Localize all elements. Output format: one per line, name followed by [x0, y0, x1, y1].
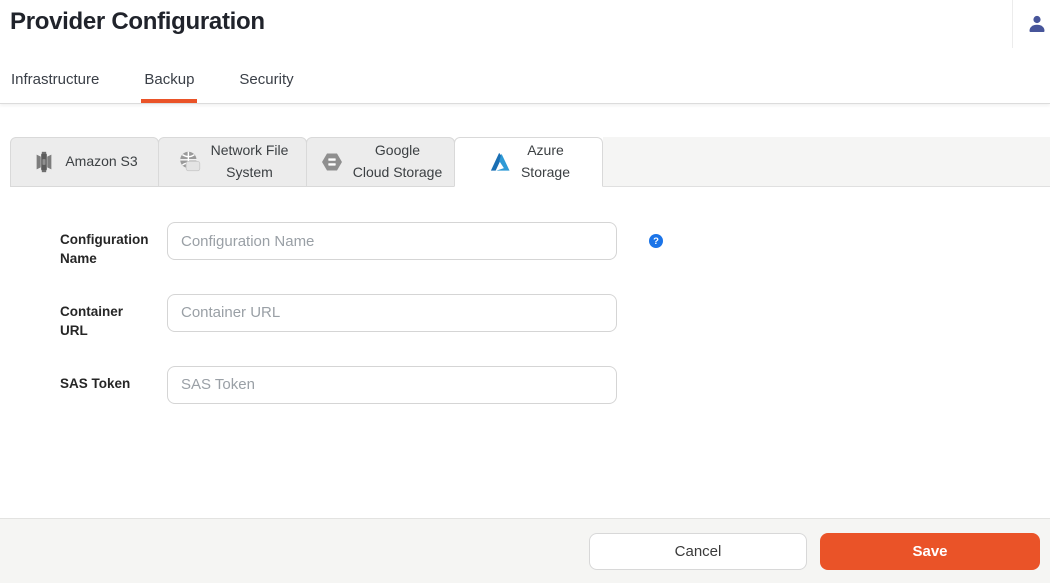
page-title: Provider Configuration	[0, 0, 1050, 36]
tab-backup-label: Backup	[144, 71, 194, 88]
provider-configuration-page: Provider Configuration Infrastructure Ba…	[0, 0, 1050, 583]
footer-bar: Cancel Save	[0, 518, 1050, 583]
help-icon[interactable]: ?	[649, 234, 663, 248]
azure-storage-form: Configuration Name ? Container URL SAS T…	[0, 187, 1050, 404]
tab-azure-storage[interactable]: Azure Storage	[454, 137, 603, 187]
cancel-button[interactable]: Cancel	[589, 533, 807, 570]
tab-amazon-s3[interactable]: Amazon S3	[10, 137, 159, 187]
backup-content: Amazon S3 Network File System	[0, 104, 1050, 518]
network-file-system-icon	[177, 149, 203, 175]
provider-tab-bar: Amazon S3 Network File System	[10, 137, 1050, 187]
azure-storage-icon	[487, 149, 513, 175]
tab-backup[interactable]: Backup	[144, 56, 194, 103]
amazon-s3-icon	[31, 149, 57, 175]
tab-network-file-system-label: Network File System	[211, 140, 289, 183]
tab-azure-storage-label: Azure Storage	[521, 140, 570, 183]
container-url-label: Container URL	[60, 294, 167, 341]
tab-amazon-s3-label: Amazon S3	[65, 151, 137, 173]
sas-token-label: SAS Token	[60, 366, 167, 394]
sas-token-input[interactable]	[167, 366, 617, 404]
tab-infrastructure-label: Infrastructure	[11, 71, 99, 88]
header-divider	[1012, 0, 1013, 48]
form-row-sas-token: SAS Token	[60, 366, 1050, 404]
form-row-configuration-name: Configuration Name ?	[60, 222, 1050, 269]
header-right	[1012, 0, 1050, 48]
configuration-name-input[interactable]	[167, 222, 617, 260]
configuration-name-label: Configuration Name	[60, 222, 167, 269]
google-cloud-storage-icon	[319, 149, 345, 175]
tab-security[interactable]: Security	[239, 56, 293, 103]
tab-google-cloud-storage-label: Google Cloud Storage	[353, 140, 443, 183]
form-row-container-url: Container URL	[60, 294, 1050, 341]
tab-google-cloud-storage[interactable]: Google Cloud Storage	[306, 137, 455, 187]
provider-tab-filler	[603, 137, 1050, 187]
container-url-input[interactable]	[167, 294, 617, 332]
svg-text:?: ?	[653, 236, 659, 247]
tab-security-label: Security	[239, 71, 293, 88]
page-header: Provider Configuration	[0, 0, 1050, 56]
main-tab-bar: Infrastructure Backup Security	[0, 56, 1050, 104]
tab-infrastructure[interactable]: Infrastructure	[11, 56, 99, 103]
save-button[interactable]: Save	[820, 533, 1040, 570]
tab-network-file-system[interactable]: Network File System	[158, 137, 307, 187]
user-icon[interactable]	[1027, 14, 1047, 34]
